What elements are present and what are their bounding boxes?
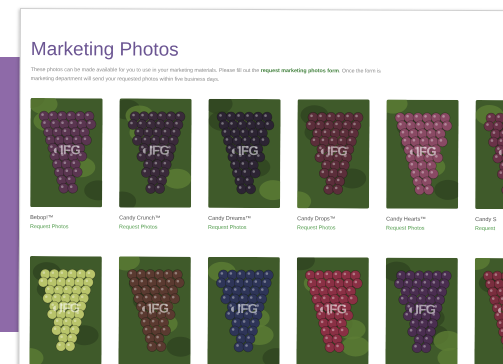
variety-name: Candy Drops™ [297, 216, 336, 223]
variety-photo[interactable]: ◐IFG [474, 257, 503, 364]
variety-photo[interactable]: ◐IFG [30, 98, 103, 208]
ifg-watermark: ◐IFG [51, 300, 80, 316]
request-photos-link[interactable]: Request Photos [297, 225, 335, 231]
variety-photo[interactable]: ◐IFG [297, 99, 370, 209]
request-form-link[interactable]: request marketing photos form [261, 68, 339, 74]
request-photos-link[interactable]: Request [475, 226, 495, 232]
variety-photo[interactable]: ◐IFG [386, 99, 459, 209]
ifg-watermark: ◐IFG [141, 142, 170, 158]
variety-photo[interactable]: ◐IFG [385, 257, 458, 364]
ifg-watermark: ◐IFG [230, 142, 259, 159]
ifg-watermark: ◐IFG [496, 302, 503, 318]
variety-name: Candy Hearts™ [386, 216, 426, 223]
intro-text: These photos can be made available for y… [31, 66, 503, 85]
variety-photo[interactable]: ◐IFG [208, 98, 281, 209]
intro-text-part: These photos can be made available for y… [30, 67, 261, 75]
variety-photo[interactable]: ◐IFG [119, 98, 192, 208]
request-photos-link[interactable]: Request Photos [208, 225, 246, 231]
ifg-watermark: ◐IFG [140, 300, 169, 316]
ifg-watermark: ◐IFG [497, 144, 503, 160]
ifg-watermark: ◐IFG [407, 301, 436, 317]
variety-photo[interactable]: ◐IFG [296, 257, 369, 364]
ifg-watermark: ◐IFG [229, 300, 258, 317]
marketing-photos-page: Marketing Photos These photos can be mad… [18, 8, 503, 364]
page-title: Marketing Photos [30, 39, 179, 61]
intro-text-line2: marketing department will send your requ… [30, 75, 220, 83]
ifg-watermark: ◐IFG [318, 301, 347, 317]
ifg-watermark: ◐IFG [319, 143, 348, 159]
variety-name: Candy S [475, 216, 497, 224]
ifg-watermark: ◐IFG [408, 143, 437, 159]
request-photos-link[interactable]: Request Photos [386, 226, 424, 232]
variety-name: Candy Dreams™ [208, 215, 252, 223]
intro-text-part: . Once the form is [338, 68, 381, 75]
variety-name: Candy Crunch™ [119, 215, 161, 222]
variety-photo[interactable]: ◐IFG [29, 256, 102, 364]
photo-grid: ◐IFG Bebop!™ Request Photos ◐IFG Candy Crunc… [21, 9, 503, 364]
variety-photo[interactable]: ◐IFG [118, 256, 191, 364]
request-photos-link[interactable]: Request Photos [30, 224, 68, 230]
variety-name: Bebop!™ [30, 215, 54, 222]
ifg-watermark: ◐IFG [52, 142, 81, 158]
variety-photo[interactable]: ◐IFG [207, 256, 280, 364]
variety-photo[interactable]: ◐IFG [475, 99, 503, 210]
request-photos-link[interactable]: Request Photos [119, 224, 157, 230]
